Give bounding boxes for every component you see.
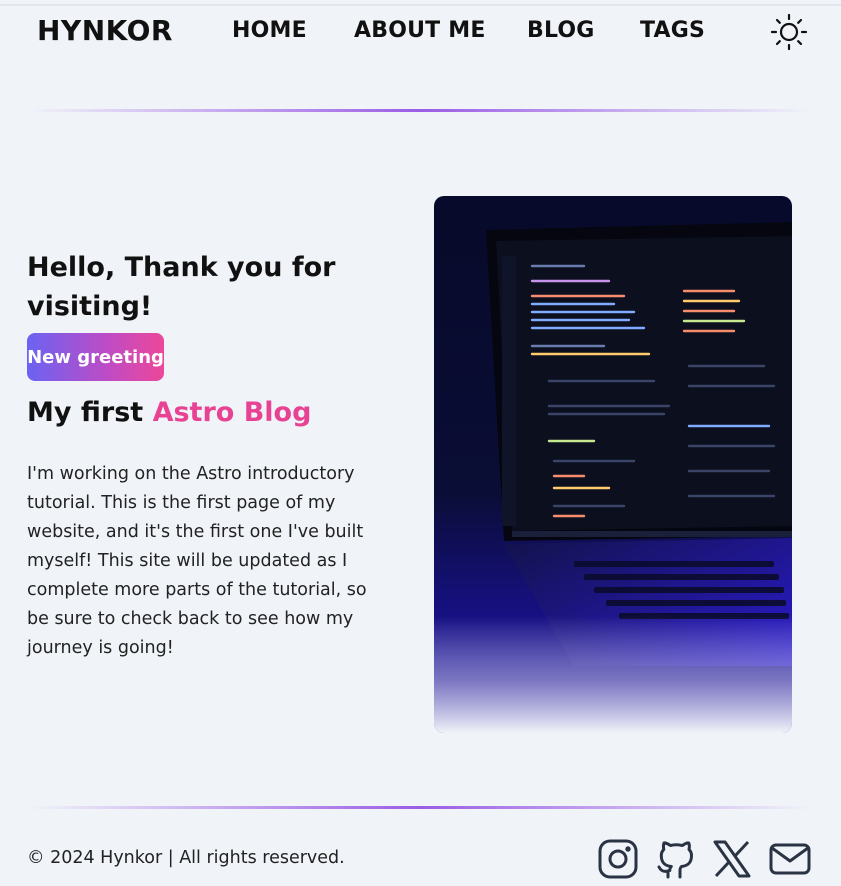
copyright-text: © 2024 Hynkor | All rights reserved. — [27, 848, 345, 868]
email-link[interactable] — [768, 837, 812, 881]
subtitle-prefix: My first — [27, 397, 153, 428]
github-icon — [657, 841, 693, 879]
instagram-icon — [598, 839, 638, 879]
instagram-link[interactable] — [596, 837, 640, 881]
mail-icon — [769, 843, 811, 875]
site-logo[interactable]: HYNKOR — [37, 14, 173, 47]
nav-link-tags[interactable]: TAGS — [640, 18, 705, 43]
x-link[interactable] — [710, 837, 754, 881]
hero-title: Hello, Thank you for visiting! — [27, 252, 336, 322]
sun-icon — [770, 13, 808, 51]
new-greeting-button[interactable]: New greeting — [27, 333, 164, 381]
nav-link-home[interactable]: HOME — [232, 18, 307, 43]
theme-toggle-button[interactable] — [769, 12, 809, 52]
nav-link-about[interactable]: ABOUT ME — [354, 18, 486, 43]
main-nav: HYNKOR HOME ABOUT ME BLOG TAGS — [0, 0, 841, 64]
subtitle-accent: Astro Blog — [152, 397, 312, 428]
header-divider — [30, 109, 810, 112]
hero-laptop-image — [434, 196, 792, 733]
x-icon — [713, 840, 751, 878]
intro-paragraph: I'm working on the Astro introductory tu… — [27, 464, 367, 658]
blog-subtitle: My first Astro Blog — [27, 397, 311, 428]
nav-link-blog[interactable]: BLOG — [527, 18, 595, 43]
github-link[interactable] — [652, 837, 696, 881]
footer-divider — [30, 806, 810, 809]
